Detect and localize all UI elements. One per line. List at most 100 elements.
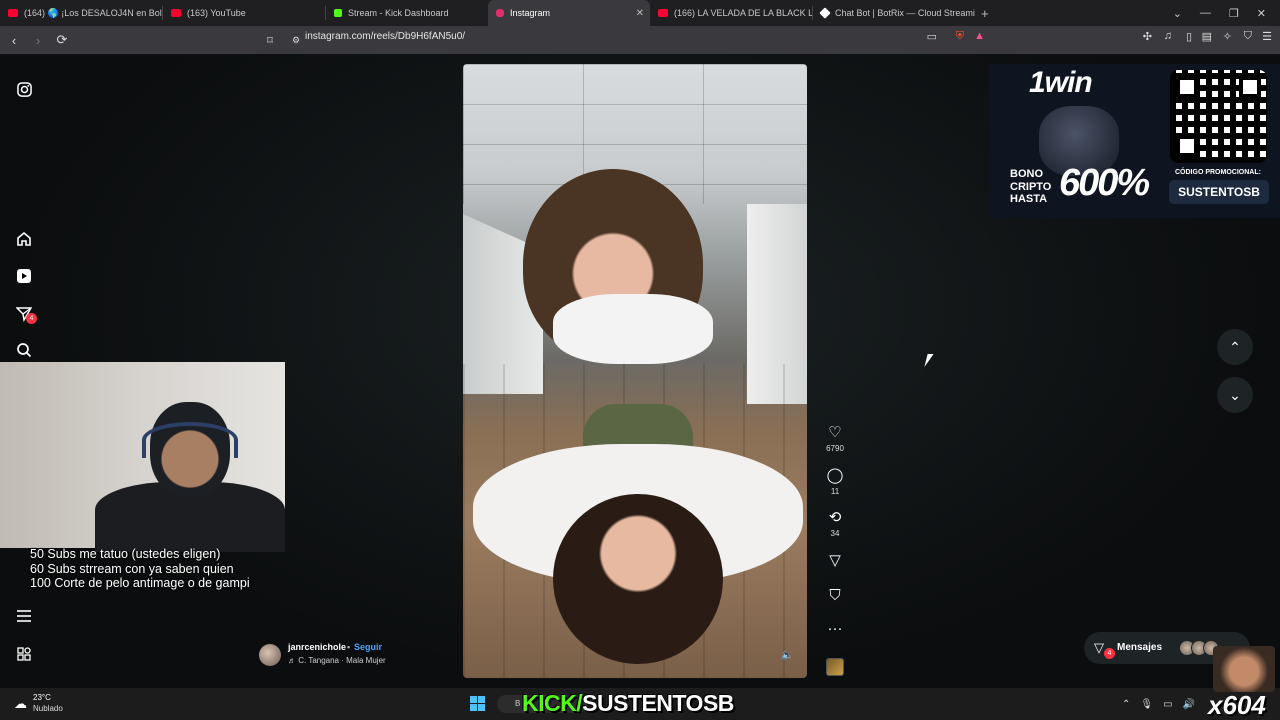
botrix-icon — [819, 7, 831, 19]
show-hidden-icons-icon[interactable]: ⌃ — [1122, 699, 1130, 710]
ad-percent: 600% — [1059, 162, 1150, 204]
tab-kick-dashboard[interactable]: Stream - Kick Dashboard — [326, 0, 488, 26]
tab-youtube-velada[interactable]: (166) LA VELADA DE LA BLACK LIST 🔥 — [650, 0, 812, 26]
emote-overlay — [1213, 646, 1275, 692]
ad-bono-line: HASTA — [1010, 193, 1048, 205]
volume-icon[interactable]: 🔊 — [1183, 699, 1195, 710]
temperature: 23°C — [33, 693, 51, 702]
qr-finder — [1176, 76, 1198, 98]
previous-reel-button[interactable]: ⌃ — [1217, 329, 1253, 365]
ad-brand-logo: 1win — [1029, 66, 1093, 99]
reel-video[interactable]: 🔈 — [463, 64, 807, 678]
back-icon[interactable]: ‹ — [4, 33, 24, 48]
brave-shield-icon[interactable]: ⛨ — [956, 30, 964, 43]
vpn-icon[interactable]: ⛉ — [1244, 30, 1252, 43]
leo-ai-icon[interactable]: ✧ — [1223, 30, 1232, 43]
save-button[interactable]: ⛉ — [820, 587, 850, 605]
avatar[interactable] — [259, 644, 281, 666]
youtube-icon — [171, 9, 181, 17]
subs-goal: 50 Subs me tatuo (ustedes eligen) — [30, 547, 221, 561]
ad-bono-line: BONO — [1010, 168, 1043, 180]
weather-description: Nublado — [33, 704, 63, 713]
ad-code-label: CÓDIGO PROMOCIONAL: — [1175, 169, 1261, 176]
wallet-icon[interactable]: ▤ — [1202, 30, 1212, 43]
messages-icon: ▽ — [1094, 640, 1104, 655]
maximize-button[interactable]: ❐ — [1229, 7, 1239, 20]
song-title: C. Tangana · Mala Mujer — [298, 656, 386, 665]
extensions-icon[interactable]: ✣ — [1143, 30, 1152, 43]
heart-icon: ♡ — [828, 424, 842, 441]
webcam-overlay — [0, 362, 285, 552]
screen: (164) 🌎 ¡Los DESALOJ4N en Bolivia! (163)… — [0, 0, 1280, 720]
messages-badge: 4 — [1104, 648, 1115, 659]
menu-icon[interactable]: ☰ — [1262, 30, 1272, 43]
qr-code — [1170, 70, 1267, 163]
notification-badge: 4 — [26, 313, 37, 324]
microphone-icon[interactable]: 🎙 — [1140, 699, 1153, 710]
sponsor-ad-overlay: 1win BONO CRIPTO HASTA 600% CÓDIGO PROMO… — [989, 64, 1280, 218]
next-reel-button[interactable]: ⌄ — [1217, 377, 1253, 413]
like-button[interactable]: ♡ 6790 — [820, 424, 850, 453]
address-bar-row: ‹ › ⟳ ⌑ ⚙ — [0, 26, 1280, 54]
bookmark-icon: ⛉ — [829, 587, 841, 604]
youtube-icon — [8, 9, 18, 17]
close-window-button[interactable]: ✕ — [1257, 7, 1266, 20]
mute-icon[interactable]: 🔈 — [781, 650, 793, 661]
url-field[interactable]: instagram.com/reels/Db9H6fAN5u0/ — [305, 31, 465, 42]
forward-icon[interactable]: › — [28, 33, 48, 48]
reload-icon[interactable]: ⟳ — [52, 32, 72, 48]
subs-goals-overlay: 50 Subs me tatuo (ustedes eligen) 60 Sub… — [30, 547, 250, 591]
tab-label: Stream - Kick Dashboard — [348, 8, 449, 18]
comment-count: 11 — [830, 487, 840, 496]
system-tray: ⌃ 🎙 ▭ 🔊 — [1122, 699, 1195, 710]
chevron-down-icon: ⌄ — [1229, 386, 1241, 403]
messages-icon[interactable]: 4 — [14, 304, 37, 324]
instagram-logo-icon[interactable] — [14, 79, 34, 99]
home-icon[interactable] — [14, 229, 34, 249]
new-tab-button[interactable]: + — [981, 6, 989, 21]
repost-count: 34 — [830, 529, 840, 538]
tab-label: Instagram — [510, 8, 551, 18]
tab-instagram[interactable]: Instagram ✕ — [488, 0, 650, 26]
more-apps-icon[interactable] — [14, 644, 34, 664]
chevron-up-icon: ⌃ — [1229, 338, 1241, 355]
close-tab-icon[interactable]: ✕ — [636, 8, 644, 19]
kick-channel-banner: KICK/SUSTENTOSB — [522, 690, 734, 717]
tab-label: (164) 🌎 ¡Los DESALOJ4N en Bolivia! — [24, 7, 162, 18]
share-button[interactable]: ▽ — [820, 552, 850, 570]
multiplier-overlay: x604 — [1208, 690, 1266, 720]
tab-youtube-desalojan[interactable]: (164) 🌎 ¡Los DESALOJ4N en Bolivia! — [0, 0, 162, 26]
kick-banner-prefix: KICK/ — [522, 690, 583, 716]
windows-start-icon[interactable] — [470, 696, 485, 711]
tab-search-button[interactable]: ⌄ — [1173, 7, 1182, 20]
tab-botrix[interactable]: Chat Bot | BotRix — Cloud Streaming — [813, 0, 975, 26]
minimize-button[interactable]: — — [1200, 7, 1211, 19]
comment-icon: ◯ — [826, 467, 844, 484]
repost-icon: ⟲ — [828, 509, 842, 526]
site-info-icon[interactable]: ⚙ — [286, 35, 306, 46]
media-icon[interactable]: ♫ — [1164, 30, 1172, 42]
tab-youtube[interactable]: (163) YouTube — [163, 0, 325, 26]
repost-button[interactable]: ⟲ 34 — [820, 509, 850, 538]
search-icon[interactable] — [14, 340, 34, 360]
more-options-button[interactable]: ··· — [820, 620, 850, 638]
reels-icon[interactable] — [14, 266, 34, 286]
comment-button[interactable]: ◯ 11 — [820, 467, 850, 496]
audio-thumbnail[interactable] — [826, 658, 844, 676]
cast-icon[interactable]: ▭ — [927, 30, 937, 43]
search-placeholder: B — [515, 699, 521, 708]
tab-label: Chat Bot | BotRix — Cloud Streaming — [835, 8, 975, 18]
brave-rewards-icon[interactable]: ▲ — [974, 30, 985, 42]
song-info[interactable]: ♬ C. Tangana · Mala Mujer — [288, 656, 386, 665]
network-icon[interactable]: ▭ — [1163, 699, 1172, 710]
follow-button[interactable]: Seguir — [354, 642, 382, 652]
youtube-icon — [658, 9, 668, 17]
headset — [142, 422, 238, 458]
menu-icon[interactable] — [14, 606, 34, 626]
bookmark-icon[interactable]: ⌑ — [260, 34, 280, 47]
ad-bono-line: CRIPTO — [1010, 180, 1052, 193]
tab-label: (163) YouTube — [187, 8, 246, 18]
author-username[interactable]: janrcenichole — [288, 642, 346, 652]
sidebar-icon[interactable]: ▯ — [1186, 30, 1192, 43]
like-count: 6790 — [826, 444, 844, 453]
